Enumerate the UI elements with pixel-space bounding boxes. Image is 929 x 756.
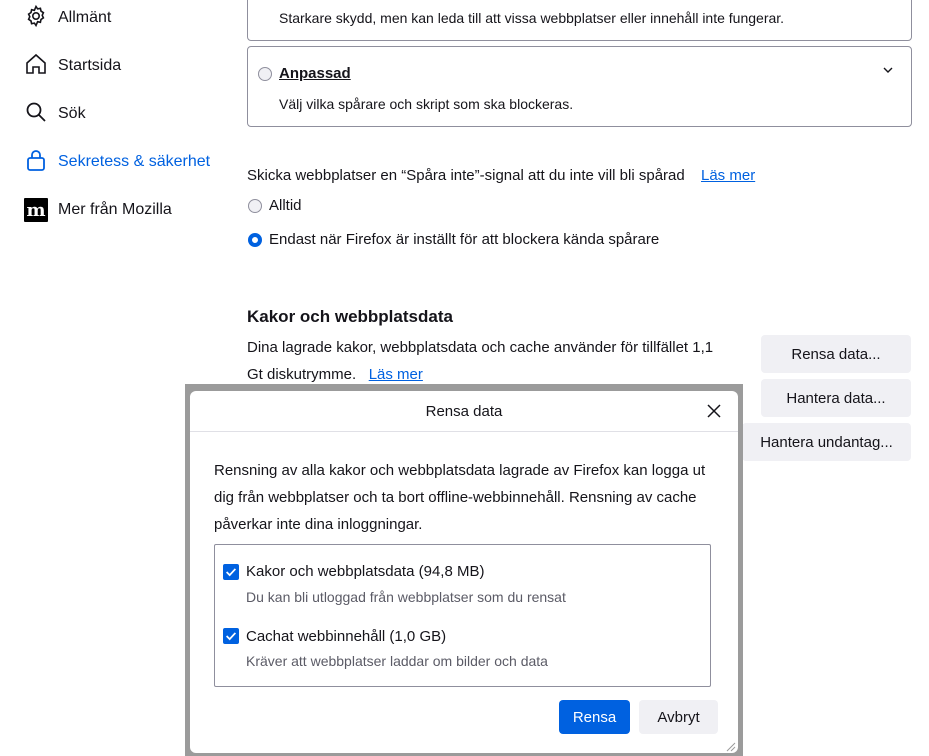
dnt-description: Skicka webbplatser en “Spåra inte”-signa… [247, 167, 685, 184]
custom-protection-card[interactable]: Anpassad Välj vilka spårare och skript s… [247, 46, 912, 127]
cookies-option-label[interactable]: Kakor och webbplatsdata (94,8 MB) [246, 563, 484, 580]
cookies-checkbox[interactable] [223, 564, 239, 580]
sidebar-item-search[interactable]: Sök [24, 99, 86, 129]
cookies-learn-more-link[interactable]: Läs mer [369, 366, 423, 383]
cookies-usage-line2: Gt diskutrymme. Läs mer [247, 366, 423, 383]
dnt-always-radio[interactable] [248, 199, 262, 213]
dnt-always-label: Alltid [269, 197, 302, 214]
strict-protection-card[interactable]: Starkare skydd, men kan leda till att vi… [247, 0, 912, 41]
cache-checkbox[interactable] [223, 628, 239, 644]
lock-icon [24, 148, 48, 177]
clear-button[interactable]: Rensa [559, 700, 630, 734]
gear-icon [24, 4, 48, 33]
sidebar-item-privacy[interactable]: Sekretess & säkerhet [24, 147, 210, 177]
custom-protection-label: Anpassad [279, 65, 351, 82]
clear-data-button[interactable]: Rensa data... [761, 335, 911, 373]
custom-protection-radio[interactable] [258, 67, 272, 81]
sidebar-item-general[interactable]: Allmänt [24, 3, 111, 33]
home-icon [24, 52, 48, 81]
sidebar-item-more-from-mozilla[interactable]: m Mer från Mozilla [24, 195, 172, 225]
search-icon [24, 100, 48, 129]
clear-options-box: Kakor och webbplatsdata (94,8 MB) Du kan… [214, 544, 711, 687]
dialog-title: Rensa data [190, 391, 738, 432]
custom-protection-description: Välj vilka spårare och skript som ska bl… [279, 96, 574, 112]
dnt-only-when-blocking-radio[interactable] [248, 233, 262, 247]
cancel-button[interactable]: Avbryt [639, 700, 718, 734]
resize-grip-icon[interactable] [724, 739, 736, 752]
clear-data-dialog: Rensa data Rensning av alla kakor och we… [190, 391, 738, 753]
cache-option-description: Kräver att webbplatser laddar om bilder … [246, 653, 548, 669]
manage-exceptions-button[interactable]: Hantera undantag... [742, 423, 911, 461]
cookies-usage-line1: Dina lagrade kakor, webbplatsdata och ca… [247, 339, 714, 356]
sidebar-item-home[interactable]: Startsida [24, 51, 121, 81]
sidebar-item-label: Startsida [58, 57, 122, 74]
mozilla-m-icon: m [24, 198, 48, 222]
sidebar-item-label: Sök [58, 105, 86, 122]
sidebar-item-label: Sekretess & säkerhet [58, 153, 211, 170]
sidebar-item-label: Mer från Mozilla [58, 201, 172, 218]
cookies-option-description: Du kan bli utloggad från webbplatser som… [246, 589, 566, 605]
chevron-down-icon[interactable] [881, 63, 895, 77]
sidebar-item-label: Allmänt [58, 9, 112, 26]
cache-option-label[interactable]: Cachat webbinnehåll (1,0 GB) [246, 628, 446, 645]
dnt-learn-more-link[interactable]: Läs mer [701, 167, 755, 184]
dialog-description: Rensning av alla kakor och webbplatsdata… [214, 462, 706, 533]
manage-data-button[interactable]: Hantera data... [761, 379, 911, 417]
close-icon[interactable] [700, 397, 728, 425]
strict-protection-description: Starkare skydd, men kan leda till att vi… [279, 10, 785, 26]
dnt-only-when-blocking-label: Endast när Firefox är inställt för att b… [269, 231, 660, 248]
cookies-section-title: Kakor och webbplatsdata [247, 307, 453, 326]
